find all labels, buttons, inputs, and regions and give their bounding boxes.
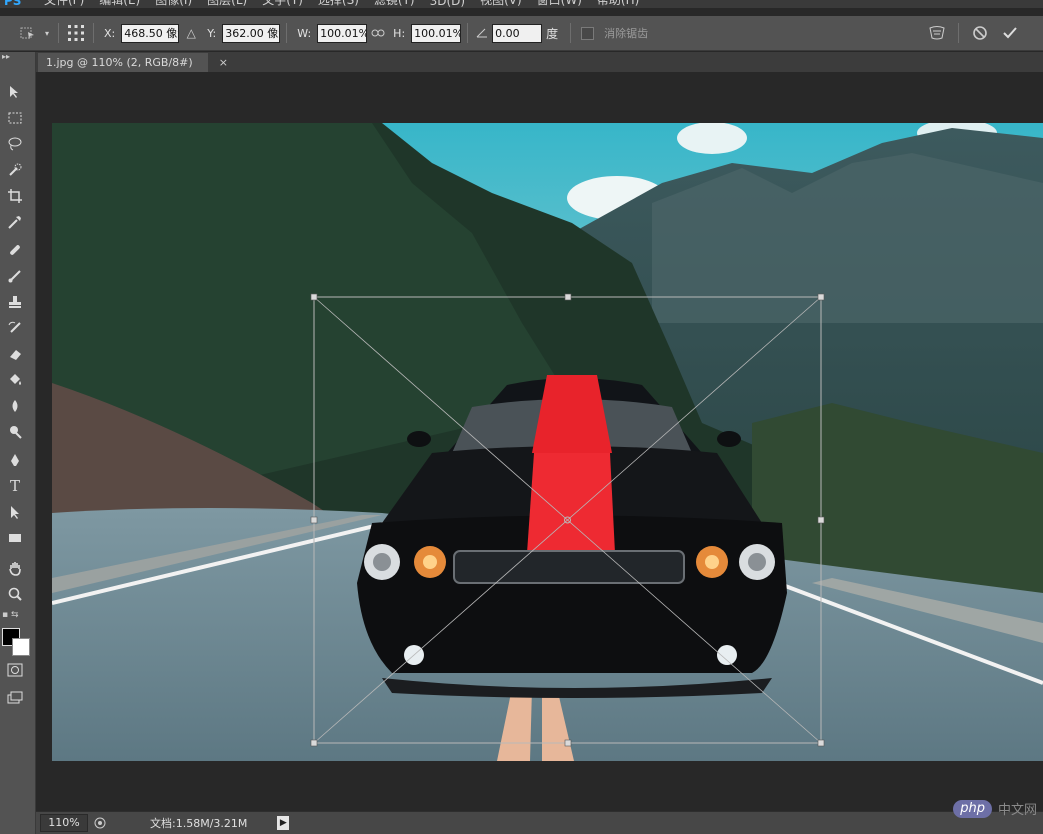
commit-transform-icon[interactable] [995, 26, 1025, 40]
x-label: X: [104, 26, 116, 40]
eyedropper-tool-icon[interactable] [0, 212, 30, 232]
menu-filter[interactable]: 滤镜(T) [374, 0, 415, 8]
transform-bounding-box[interactable] [52, 123, 1043, 761]
status-bar: 110% 文档:1.58M/3.21M ▶ [36, 811, 1043, 834]
angle-field[interactable]: 0.00 [492, 23, 543, 43]
swap-colors-icon[interactable]: ▪ ⇆ [2, 610, 30, 620]
y-label: Y: [207, 26, 217, 40]
brush-tool-icon[interactable] [0, 266, 30, 286]
watermark: php 中文网 [953, 799, 1037, 818]
options-bar: ▾ X: 468.50 像素 △ Y: 362.00 像素 W: 100.01%… [0, 16, 1043, 51]
menu-select[interactable]: 选择(S) [318, 0, 359, 8]
width-field[interactable]: 100.01% [317, 23, 368, 43]
menu-file[interactable]: 文件(F) [44, 0, 84, 8]
history-brush-tool-icon[interactable] [0, 318, 30, 338]
menu-help[interactable]: 帮助(H) [597, 0, 639, 8]
panel-collapse-icon[interactable]: ▸▸ [0, 52, 35, 62]
document-size-info: 文档:1.58M/3.21M [150, 817, 248, 830]
menu-image[interactable]: 图像(I) [155, 0, 192, 8]
move-tool-icon[interactable] [0, 82, 30, 102]
menu-window[interactable]: 窗口(W) [537, 0, 582, 8]
antialias-label: 消除锯齿 [604, 27, 649, 40]
close-tab-icon[interactable]: × [219, 53, 228, 72]
paint-bucket-tool-icon[interactable] [0, 370, 30, 390]
watermark-badge: php [953, 799, 992, 818]
h-label: H: [393, 26, 406, 40]
eraser-tool-icon[interactable] [0, 344, 30, 364]
reference-point-icon[interactable] [65, 24, 87, 42]
menu-layer[interactable]: 图层(L) [207, 0, 247, 8]
share-icon[interactable] [90, 817, 110, 829]
link-icon[interactable] [367, 29, 389, 37]
w-label: W: [297, 26, 312, 40]
menu-type[interactable]: 文字(Y) [262, 0, 303, 8]
hand-tool-icon[interactable] [0, 558, 30, 578]
background-color-swatch[interactable] [12, 638, 30, 656]
antialias-checkbox[interactable] [581, 26, 595, 40]
clone-stamp-tool-icon[interactable] [0, 292, 30, 312]
menu-bar: PS 文件(F) 编辑(E) 图像(I) 图层(L) 文字(Y) 选择(S) 滤… [0, 0, 1043, 8]
canvas-workspace [36, 72, 1043, 811]
document-canvas[interactable] [52, 123, 1043, 761]
type-tool-icon[interactable]: T [0, 476, 30, 496]
marquee-tool-icon[interactable] [0, 108, 30, 128]
zoom-tool-icon[interactable] [0, 584, 30, 604]
document-tab-bar: 1.jpg @ 110% (2, RGB/8#) × [36, 52, 1043, 72]
path-selection-tool-icon[interactable] [0, 502, 30, 522]
lasso-tool-icon[interactable] [0, 134, 30, 154]
warp-mode-icon[interactable] [922, 25, 952, 41]
healing-brush-tool-icon[interactable] [0, 240, 30, 260]
dodge-tool-icon[interactable] [0, 422, 30, 442]
menu-edit[interactable]: 编辑(E) [99, 0, 140, 8]
angle-unit: 度 [546, 26, 559, 41]
menu-3d[interactable]: 3D(D) [430, 0, 465, 8]
document-tab[interactable]: 1.jpg @ 110% (2, RGB/8#) × [38, 53, 228, 72]
tool-preset-chevron-icon[interactable]: ▾ [42, 29, 52, 38]
blur-tool-icon[interactable] [0, 396, 30, 416]
tools-panel: ▸▸ T ▪ ⇆ [0, 52, 36, 834]
cancel-transform-icon[interactable] [965, 25, 995, 41]
status-menu-arrow-icon[interactable]: ▶ [277, 816, 290, 830]
transform-tool-icon[interactable] [14, 26, 42, 40]
zoom-level-field[interactable]: 110% [40, 814, 88, 832]
pen-tool-icon[interactable] [0, 450, 30, 470]
y-position-field[interactable]: 362.00 像素 [222, 23, 281, 43]
screen-mode-icon[interactable] [0, 688, 30, 708]
quick-selection-tool-icon[interactable] [0, 160, 30, 180]
height-field[interactable]: 100.01% [411, 23, 462, 43]
rotate-angle-icon [474, 28, 490, 38]
document-tab-title: 1.jpg @ 110% (2, RGB/8#) [46, 56, 193, 69]
x-position-field[interactable]: 468.50 像素 [121, 23, 180, 43]
menu-view[interactable]: 视图(V) [480, 0, 522, 8]
rectangle-tool-icon[interactable] [0, 528, 30, 548]
watermark-text: 中文网 [997, 803, 1037, 818]
quick-mask-icon[interactable] [0, 660, 30, 680]
relative-position-icon[interactable]: △ [179, 26, 203, 40]
app-logo: PS [4, 0, 22, 8]
crop-tool-icon[interactable] [0, 186, 30, 206]
